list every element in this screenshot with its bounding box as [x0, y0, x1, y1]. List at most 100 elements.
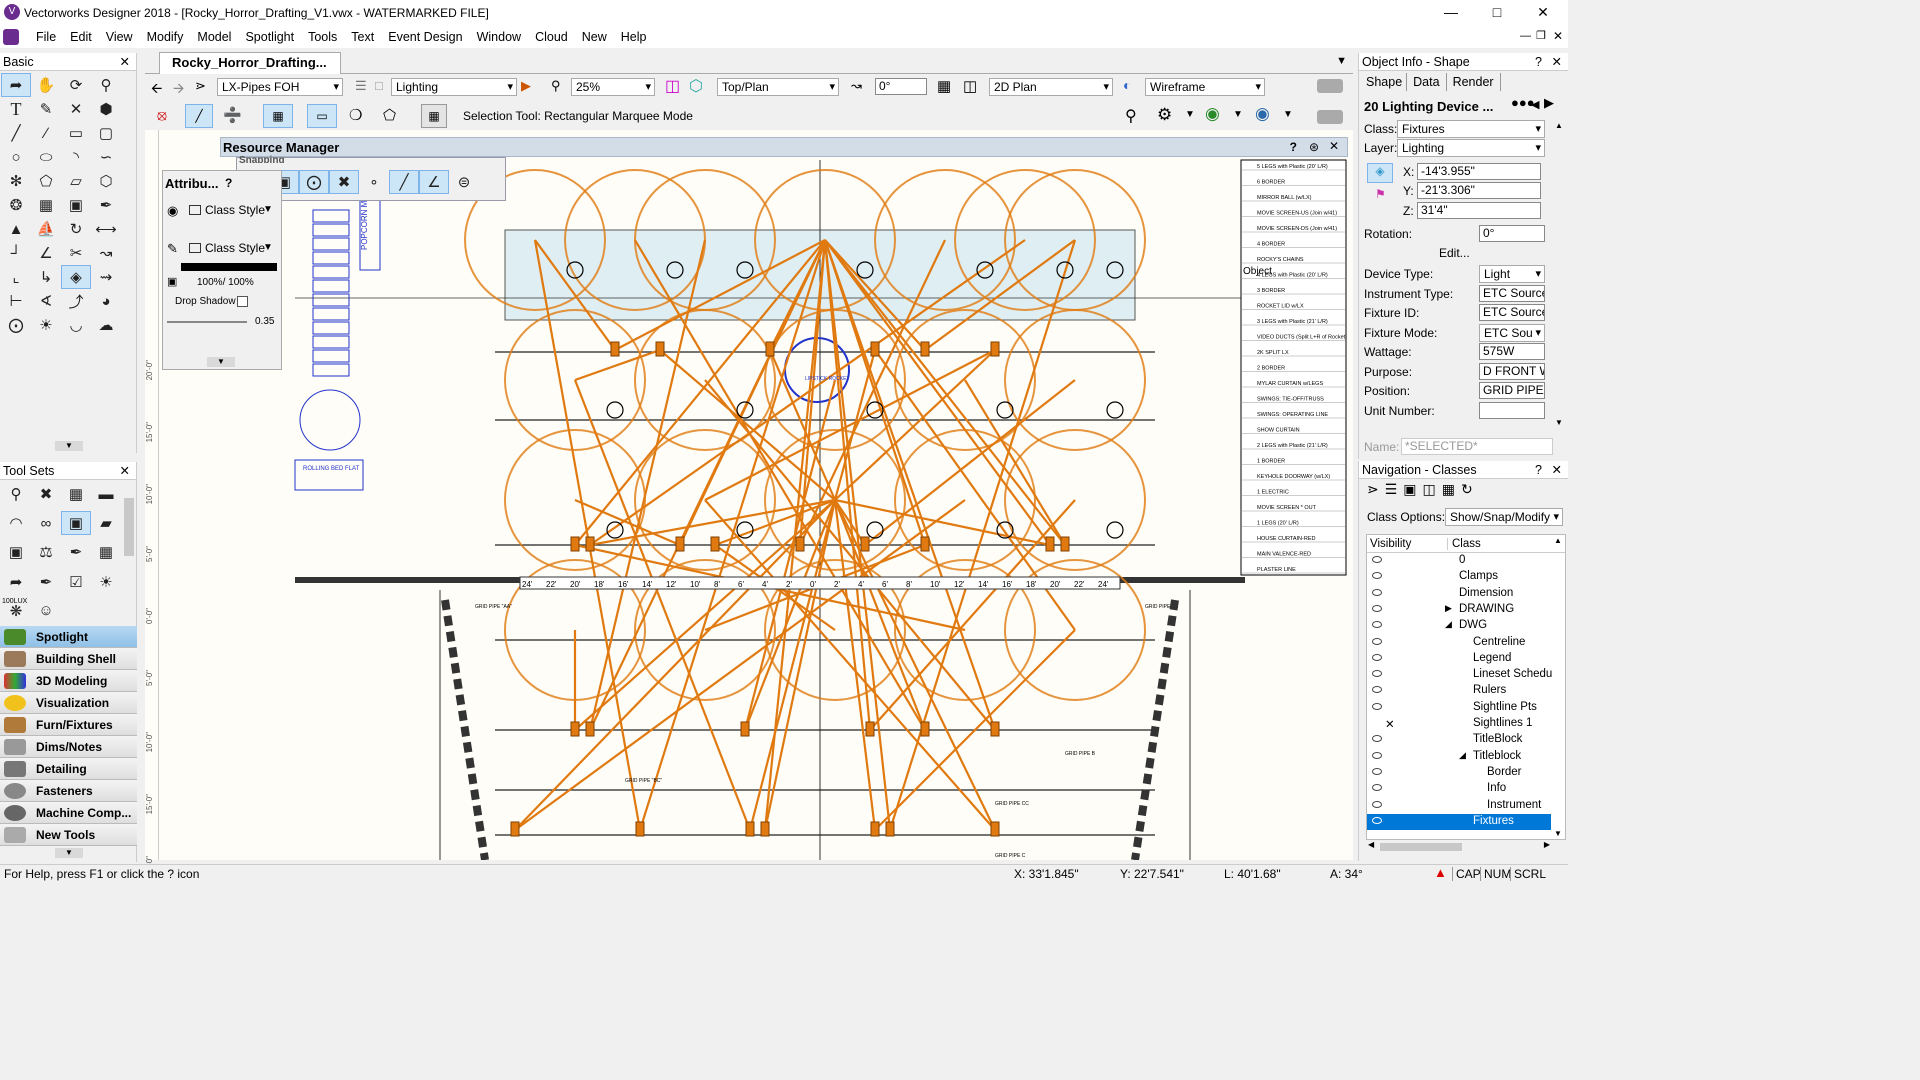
gear-icon[interactable]: ⚙	[1157, 105, 1172, 125]
tool-set-new-tools[interactable]: New Tools	[0, 824, 137, 846]
drawing-canvas[interactable]: 24' 22' 20' 18' 16' 14' 12' 10' 8' 6' 4' 2' 0' 2' 4' 6'…	[145, 130, 1353, 860]
class-row[interactable]: Fixtures	[1367, 813, 1551, 830]
eye-icon[interactable]	[1372, 767, 1382, 775]
tool-set-visualization[interactable]: Visualization	[0, 692, 137, 714]
spiral-icon[interactable]: ❂	[1, 193, 31, 217]
counterweight-icon[interactable]: ⚖	[31, 540, 61, 564]
object-info-scrollbar[interactable]: ▲ ▼	[1553, 119, 1567, 429]
plan-rotation-field[interactable]: 0°	[875, 78, 927, 95]
eye-icon[interactable]	[1372, 670, 1382, 678]
fill-style-dropdown[interactable]: Class Style	[205, 203, 265, 217]
disable-snap-icon[interactable]: ⦻	[157, 107, 167, 124]
line-weight-slider[interactable]	[167, 321, 247, 323]
help-icon[interactable]: ?	[1290, 140, 1297, 154]
tab-shape[interactable]: Shape	[1362, 73, 1408, 91]
tool-set-detailing[interactable]: Detailing	[0, 758, 137, 780]
menu-edit[interactable]: Edit	[63, 30, 99, 44]
snap-point-icon[interactable]: ⊜	[449, 170, 479, 194]
light-icon[interactable]: ☀	[31, 313, 61, 337]
menu-spotlight[interactable]: Spotlight	[238, 30, 301, 44]
nav-layers-icon[interactable]: ☰	[1385, 481, 1398, 498]
connect-icon[interactable]: ⌞	[1, 265, 31, 289]
eye-icon[interactable]	[1372, 604, 1382, 612]
tool-sets-scrollbar[interactable]	[122, 482, 136, 622]
class-row[interactable]: Instrument	[1367, 798, 1551, 814]
drop-shadow-checkbox[interactable]	[237, 296, 248, 307]
prev-icon[interactable]: ◀	[1531, 98, 1539, 111]
collapse-icon[interactable]: ◢	[1459, 750, 1466, 761]
mdi-close-icon[interactable]: ✕	[1553, 29, 1563, 43]
attribute-mapping-icon[interactable]: ▣	[61, 193, 91, 217]
expand-icon[interactable]: ▶	[1445, 603, 1452, 614]
hoist-icon[interactable]: ▦	[61, 482, 91, 506]
lux-icon[interactable]: ☀	[91, 570, 121, 594]
help-icon[interactable]: ?	[1535, 461, 1542, 479]
regular-polygon-icon[interactable]: ⬡	[91, 169, 121, 193]
tool-sets-collapse[interactable]: ▼	[55, 848, 83, 858]
menu-tools[interactable]: Tools	[301, 30, 344, 44]
rotate-icon[interactable]: ↻	[61, 217, 91, 241]
eye-icon[interactable]	[1372, 816, 1382, 824]
offset-icon[interactable]: ↝	[91, 241, 121, 265]
oi-field-value[interactable]: GRID PIPE C	[1479, 382, 1545, 399]
class-row[interactable]: Border	[1367, 765, 1551, 781]
forward-arrow-icon[interactable]: 🡪	[173, 78, 184, 102]
rectangle-marquee-icon[interactable]: ▭	[307, 104, 337, 128]
class-row[interactable]: Info	[1367, 781, 1551, 797]
page-icon[interactable]: ◫	[665, 76, 680, 96]
tool-set-machine-comp[interactable]: Machine Comp...	[0, 802, 137, 824]
close-icon[interactable]: ✕	[120, 462, 130, 480]
line-icon[interactable]: ╱	[1, 121, 31, 145]
nav-symbols-icon[interactable]: ↻	[1461, 481, 1473, 498]
tool-set-dims-notes[interactable]: Dims/Notes	[0, 736, 137, 758]
clip-icon[interactable]: ✂	[61, 241, 91, 265]
oi-field-value[interactable]: ETC Source4	[1479, 304, 1545, 321]
oi-field-value[interactable]: ETC Source4	[1479, 284, 1545, 302]
class-row[interactable]: Dimension	[1367, 586, 1551, 602]
connector-icon[interactable]: ➦	[1, 570, 31, 594]
class-row[interactable]: ✕ Sightlines 1	[1367, 716, 1551, 732]
eye-icon[interactable]	[1372, 572, 1382, 580]
zoom-dropdown[interactable]: 25%	[571, 78, 655, 96]
back-arrow-icon[interactable]: 🡨	[151, 78, 162, 102]
stipple-icon[interactable]: ▦	[31, 193, 61, 217]
class-row[interactable]: Clamps	[1367, 569, 1551, 585]
oi-field-value[interactable]: D FRONT W...	[1479, 362, 1545, 380]
rounded-rect-icon[interactable]: ▢	[91, 121, 121, 145]
chevron-down-icon[interactable]: ▼	[263, 204, 273, 215]
3d-locus-icon[interactable]: ⬢	[91, 97, 121, 121]
trim-icon[interactable]: ◈	[61, 265, 91, 289]
snap-intersection-icon[interactable]: ✖	[329, 170, 359, 194]
callout-icon[interactable]: ✎	[31, 97, 61, 121]
z-field[interactable]: 31'4"	[1417, 202, 1541, 219]
chevron-down-icon[interactable]: ▼	[1283, 109, 1293, 120]
class-row[interactable]: ◢ DWG	[1367, 618, 1551, 634]
paint-icon[interactable]: ⛵	[31, 217, 61, 241]
flyover-icon[interactable]: ⟳	[61, 73, 91, 97]
position-box-icon[interactable]: ◈	[1367, 163, 1393, 183]
snap-magnify-icon[interactable]: ⚲	[1125, 106, 1137, 126]
mode-bar-more-icon[interactable]	[1317, 110, 1343, 124]
person-icon[interactable]: ☺	[31, 599, 61, 623]
tab-render[interactable]: Render	[1447, 73, 1501, 91]
x-field[interactable]: -14'3.955"	[1417, 163, 1541, 180]
chevron-down-icon[interactable]: ▼	[1233, 109, 1243, 120]
double-polygon-icon[interactable]: ▱	[61, 169, 91, 193]
render-mode-dropdown[interactable]: Wireframe	[1145, 78, 1265, 96]
truss-icon[interactable]: ✖	[31, 482, 61, 506]
standard-view-dropdown[interactable]: Top/Plan	[717, 78, 839, 96]
eye-icon[interactable]	[1372, 800, 1382, 808]
polyline-icon[interactable]: ✻	[1, 169, 31, 193]
double-line-icon[interactable]: ∕	[31, 121, 61, 145]
reshape-icon[interactable]: ↳	[31, 265, 61, 289]
class-options-dropdown[interactable]: Show/Snap/Modify	[1445, 508, 1563, 526]
fillet-icon[interactable]: ┘	[1, 241, 31, 265]
hidden-x-icon[interactable]: ✕	[1385, 717, 1395, 731]
menu-modify[interactable]: Modify	[140, 30, 191, 44]
oi-field-value[interactable]	[1479, 401, 1545, 419]
tab-data[interactable]: Data	[1407, 73, 1447, 91]
lasso-icon[interactable]: ❍	[349, 106, 362, 124]
attributes-collapse[interactable]: ▼	[207, 357, 235, 367]
resource-manager-bar[interactable]: Resource Manager ? ⊛ ✕	[220, 137, 1348, 157]
pen-icon[interactable]: ✒	[61, 540, 91, 564]
